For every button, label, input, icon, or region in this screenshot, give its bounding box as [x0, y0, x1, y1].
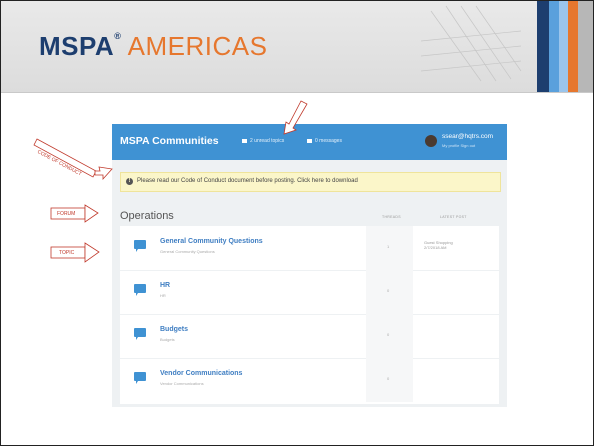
forum-label: FORUM	[57, 211, 76, 217]
arrow-code-of-conduct	[94, 166, 113, 181]
slide: MSPA® AMERICAS MSPA Communities 2 unread…	[0, 0, 594, 446]
arrow-topic	[84, 242, 100, 263]
arrow-forum	[84, 204, 99, 223]
arrow-unread-topics	[283, 100, 308, 135]
annotation-layer	[33, 100, 308, 263]
topic-label: TOPIC	[59, 250, 75, 256]
